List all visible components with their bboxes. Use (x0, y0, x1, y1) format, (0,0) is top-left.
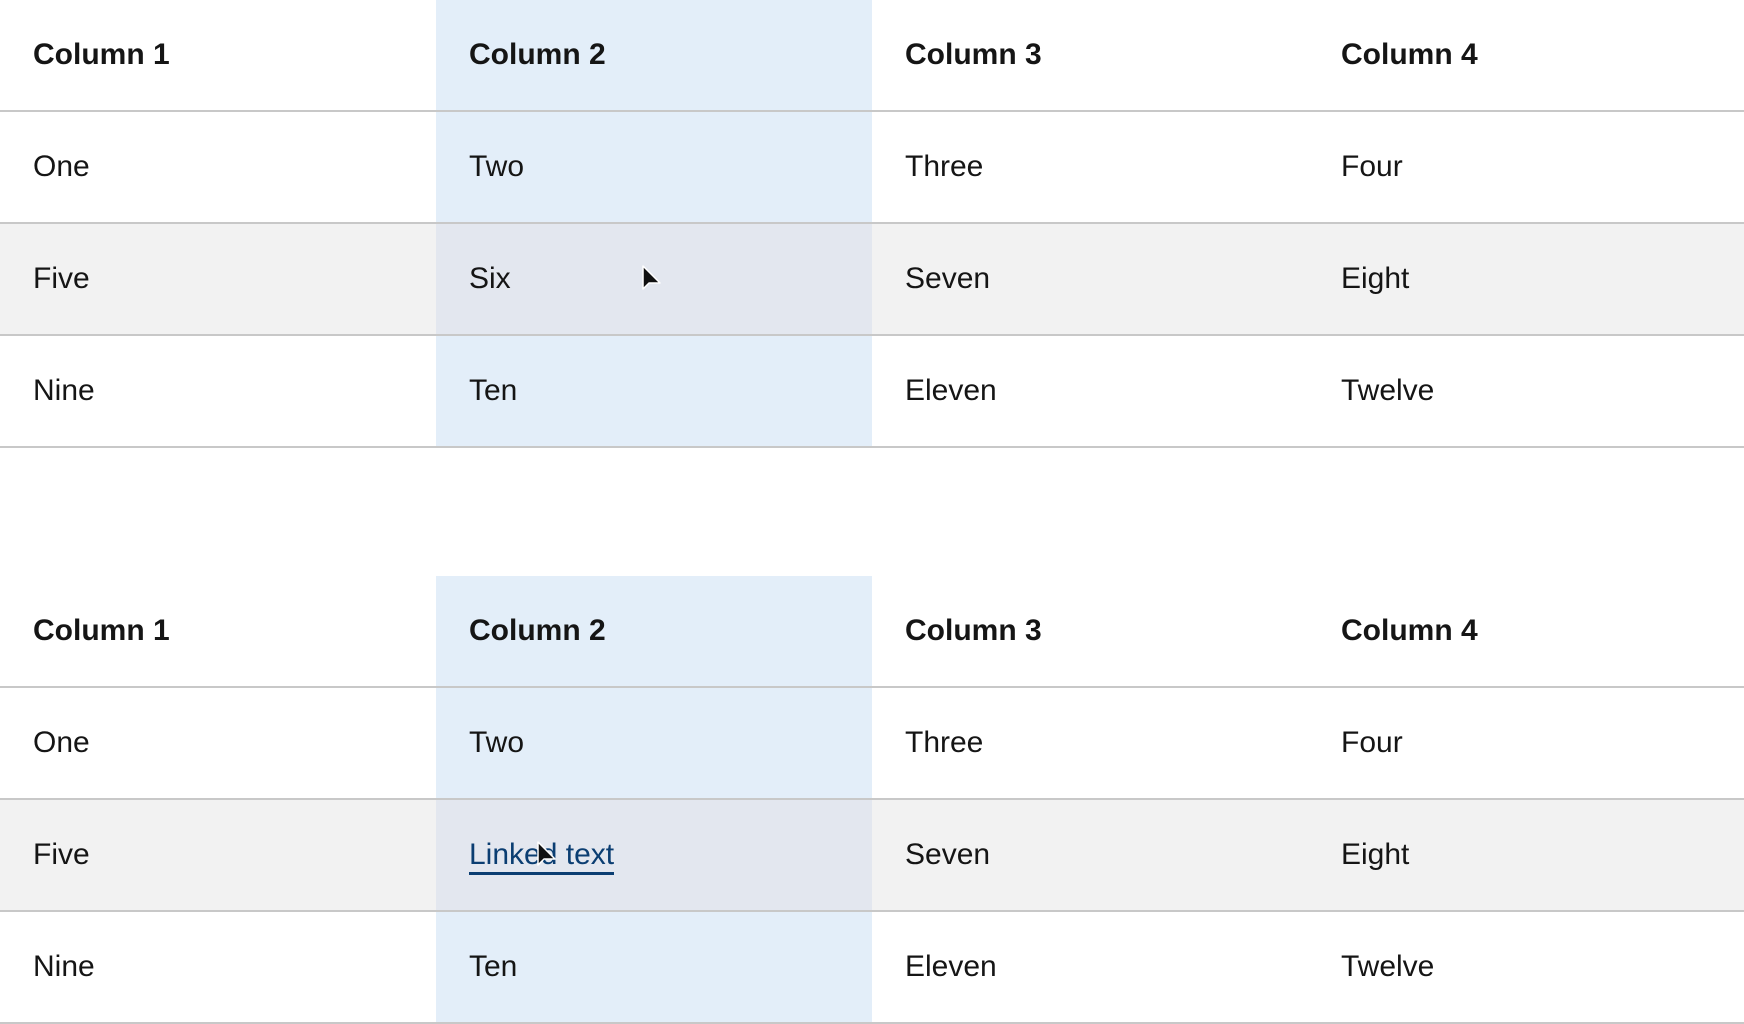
data-table-2: Column 1 Column 2 Column 3 Column 4 One … (0, 576, 1744, 1024)
table-row[interactable]: One Two Three Four (0, 111, 1744, 224)
table-cell: Four (1308, 111, 1744, 224)
table-cell: Eight (1308, 223, 1744, 336)
table-row-hovered[interactable]: Five Linked text Seven Eight (0, 799, 1744, 912)
table-cell: Seven (872, 223, 1308, 336)
table-header-row: Column 1 Column 2 Column 3 Column 4 (0, 0, 1744, 112)
table-header-row: Column 1 Column 2 Column 3 Column 4 (0, 576, 1744, 688)
table-cell: One (0, 687, 436, 800)
table-cell: Five (0, 799, 436, 912)
table-row[interactable]: Nine Ten Eleven Twelve (0, 911, 1744, 1024)
table-cell: Twelve (1308, 335, 1744, 448)
table-cell: Ten (436, 335, 872, 448)
table-row[interactable]: One Two Three Four (0, 687, 1744, 800)
column-header-1[interactable]: Column 1 (0, 0, 436, 112)
table-cell: Nine (0, 911, 436, 1024)
table-cell: Six (436, 223, 872, 336)
column-header-3[interactable]: Column 3 (872, 0, 1308, 112)
table-cell: Eleven (872, 911, 1308, 1024)
table-cell: Four (1308, 687, 1744, 800)
column-header-2[interactable]: Column 2 (436, 0, 872, 112)
table-cell: Nine (0, 335, 436, 448)
table-cell: Two (436, 111, 872, 224)
table-cell: Three (872, 687, 1308, 800)
column-header-4[interactable]: Column 4 (1308, 0, 1744, 112)
column-header-4[interactable]: Column 4 (1308, 576, 1744, 688)
table-cell: Three (872, 111, 1308, 224)
column-header-1[interactable]: Column 1 (0, 576, 436, 688)
table-cell: Ten (436, 911, 872, 1024)
table-cell: Five (0, 223, 436, 336)
column-header-2[interactable]: Column 2 (436, 576, 872, 688)
table-cell: One (0, 111, 436, 224)
data-table-1: Column 1 Column 2 Column 3 Column 4 One … (0, 0, 1744, 448)
table-row-hovered[interactable]: Five Six Seven Eight (0, 223, 1744, 336)
linked-text-link[interactable]: Linked text (469, 838, 615, 875)
table-cell: Two (436, 687, 872, 800)
table-row[interactable]: Nine Ten Eleven Twelve (0, 335, 1744, 448)
column-header-3[interactable]: Column 3 (872, 576, 1308, 688)
table-cell: Twelve (1308, 911, 1744, 1024)
table-cell-link: Linked text (436, 799, 872, 912)
table-cell: Seven (872, 799, 1308, 912)
table-cell: Eight (1308, 799, 1744, 912)
table-cell: Eleven (872, 335, 1308, 448)
